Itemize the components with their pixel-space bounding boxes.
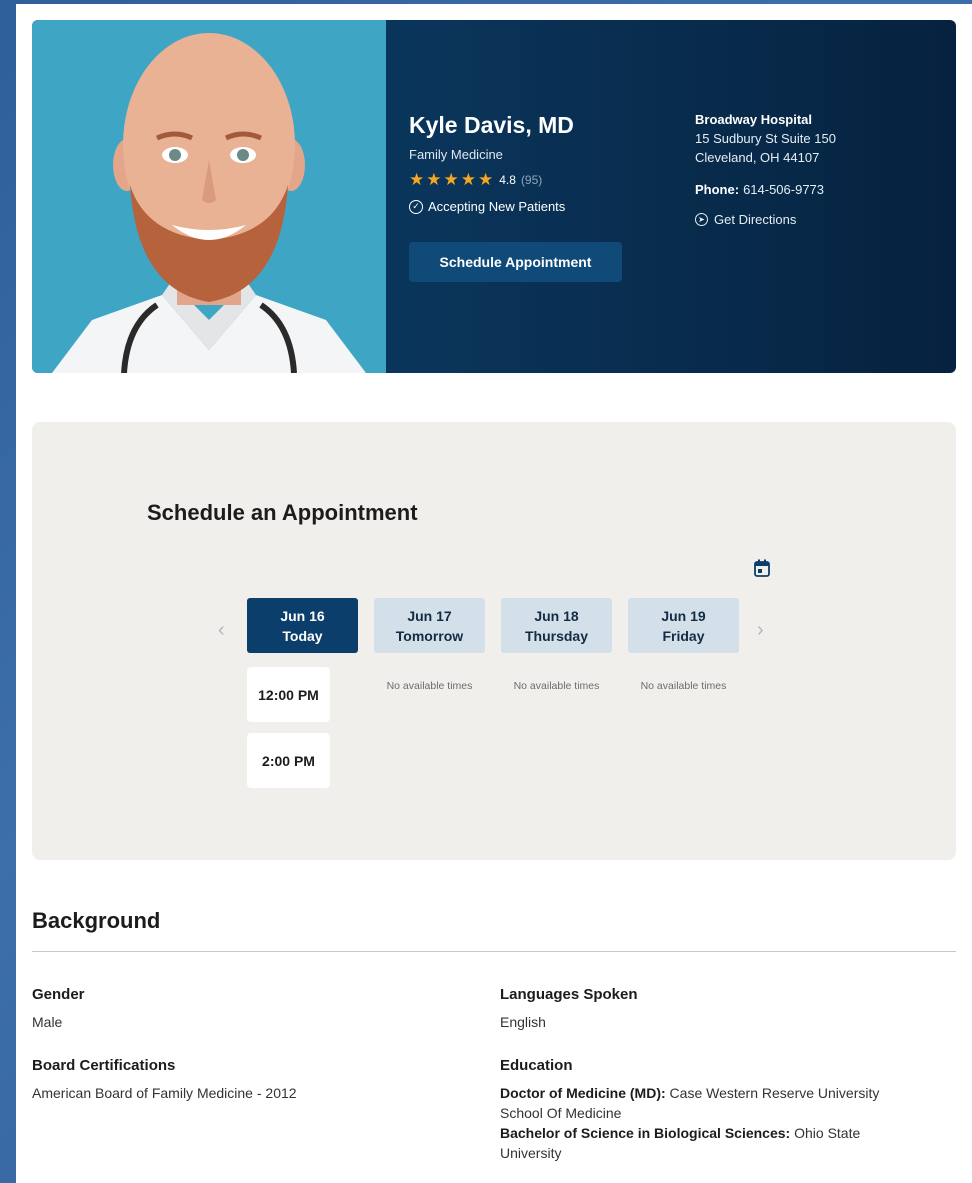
schedule-appointment-button[interactable]: Schedule Appointment bbox=[409, 242, 622, 282]
check-circle-icon: ✓ bbox=[409, 199, 423, 214]
doctor-profile-page: Kyle Davis, MD Family Medicine ★ ★ ★ ★ ★… bbox=[16, 4, 972, 1183]
education-school-cont: University bbox=[500, 1145, 562, 1161]
no-times-message: No available times bbox=[513, 680, 600, 692]
get-directions-link[interactable]: ➤ Get Directions bbox=[695, 212, 796, 227]
rating-count[interactable]: (95) bbox=[521, 173, 542, 187]
languages-value: English bbox=[500, 1014, 546, 1030]
board-certifications-label: Board Certifications bbox=[32, 1057, 176, 1074]
navigation-icon: ➤ bbox=[695, 213, 708, 226]
no-times-message: No available times bbox=[386, 680, 473, 692]
doctor-hero-card: Kyle Davis, MD Family Medicine ★ ★ ★ ★ ★… bbox=[32, 20, 956, 373]
day-tab-jun-18[interactable]: Jun 18 Thursday bbox=[501, 598, 612, 653]
education-entry: Doctor of Medicine (MD): Case Western Re… bbox=[500, 1083, 956, 1163]
day-date: Jun 19 bbox=[661, 607, 706, 624]
background-title: Background bbox=[32, 908, 161, 933]
day-tab-jun-19[interactable]: Jun 19 Friday bbox=[628, 598, 739, 653]
time-slot-button[interactable]: 2:00 PM bbox=[247, 733, 330, 788]
schedule-title: Schedule an Appointment bbox=[147, 500, 418, 525]
doctor-photo bbox=[32, 20, 386, 373]
star-icon: ★ bbox=[460, 170, 476, 189]
day-label: Today bbox=[282, 627, 323, 644]
location-name: Broadway Hospital bbox=[695, 112, 813, 127]
time-slot-button[interactable]: 12:00 PM bbox=[247, 667, 330, 722]
phone-number[interactable]: 614-506-9773 bbox=[743, 182, 824, 197]
no-times-message: No available times bbox=[640, 680, 727, 692]
accepting-label: Accepting New Patients bbox=[428, 199, 566, 214]
phone-label: Phone: bbox=[695, 182, 740, 197]
gender-value: Male bbox=[32, 1014, 63, 1030]
get-directions-label: Get Directions bbox=[714, 212, 797, 227]
gender-label: Gender bbox=[32, 986, 85, 1003]
rating: ★ ★ ★ ★ ★ 4.8 (95) bbox=[409, 171, 542, 188]
rating-value: 4.8 bbox=[499, 172, 516, 187]
address-line-2: Cleveland, OH 44107 bbox=[695, 150, 820, 165]
day-label: Tomorrow bbox=[395, 627, 464, 644]
star-icon: ★ bbox=[443, 170, 459, 189]
education-degree: Doctor of Medicine (MD): bbox=[500, 1085, 666, 1101]
star-icon: ★ bbox=[426, 170, 442, 189]
doctor-name: Kyle Davis, MD bbox=[409, 112, 574, 138]
star-icon: ★ bbox=[409, 170, 425, 189]
day-date: Jun 17 bbox=[407, 607, 452, 624]
day-tab-jun-16[interactable]: Jun 16 Today bbox=[247, 598, 358, 653]
day-date: Jun 16 bbox=[280, 607, 325, 624]
doctor-specialty: Family Medicine bbox=[409, 147, 503, 162]
address-line-1: 15 Sudbury St Suite 150 bbox=[695, 131, 836, 146]
section-divider bbox=[32, 951, 956, 952]
chevron-right-icon[interactable]: › bbox=[757, 620, 764, 640]
education-school: Case Western Reserve University bbox=[669, 1085, 880, 1101]
education-degree: Bachelor of Science in Biological Scienc… bbox=[500, 1125, 791, 1141]
day-date: Jun 18 bbox=[534, 607, 579, 624]
day-label: Thursday bbox=[524, 627, 588, 644]
languages-label: Languages Spoken bbox=[500, 986, 638, 1003]
day-tab-jun-17[interactable]: Jun 17 Tomorrow bbox=[374, 598, 485, 653]
board-certifications-value: American Board of Family Medicine - 2012 bbox=[32, 1085, 297, 1101]
star-icon: ★ bbox=[478, 170, 494, 189]
chevron-left-icon[interactable]: ‹ bbox=[218, 620, 225, 640]
accepting-patients: ✓ Accepting New Patients bbox=[409, 199, 565, 214]
education-label: Education bbox=[500, 1057, 573, 1074]
education-school: Ohio State bbox=[794, 1125, 861, 1141]
education-school-cont: School Of Medicine bbox=[500, 1105, 622, 1121]
phone: Phone: 614-506-9773 bbox=[695, 182, 824, 197]
day-label: Friday bbox=[662, 627, 705, 644]
schedule-section: Schedule an Appointment ‹ › Jun 16 Today… bbox=[32, 422, 956, 860]
calendar-icon[interactable] bbox=[754, 559, 770, 577]
